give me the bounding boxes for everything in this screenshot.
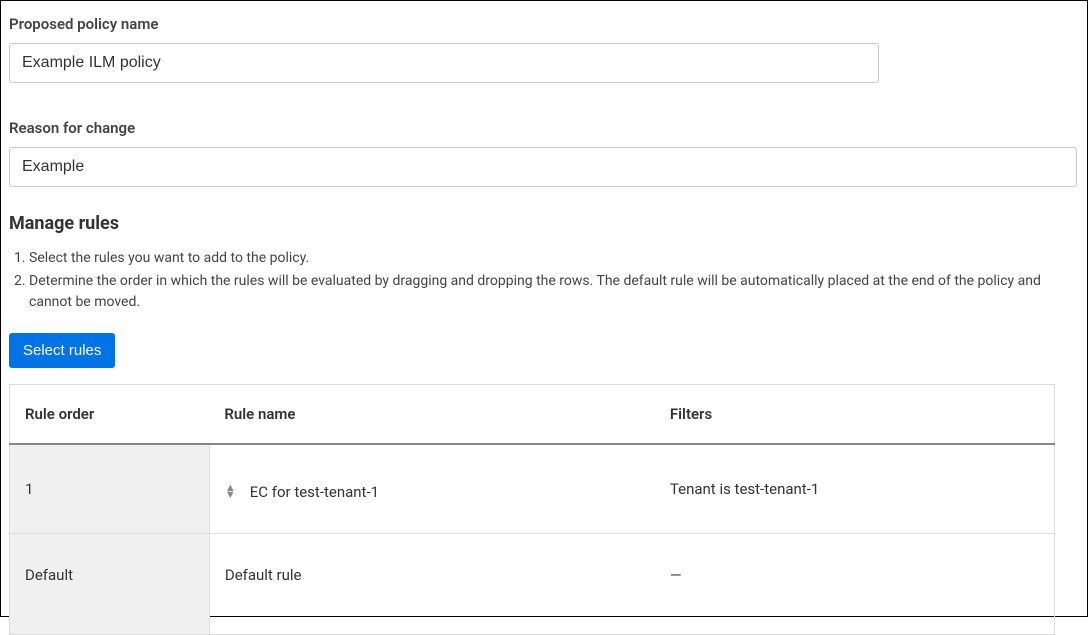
col-rule-name: Rule name (209, 385, 655, 445)
rule-name-cell: Default rule (209, 533, 655, 634)
policy-name-input[interactable] (9, 43, 879, 83)
reason-input[interactable] (9, 147, 1077, 187)
select-rules-button[interactable]: Select rules (9, 333, 115, 368)
manage-rules-heading: Manage rules (9, 213, 1079, 234)
col-rule-order: Rule order (10, 385, 210, 445)
table-row: Default Default rule — (10, 533, 1055, 634)
rule-filters-cell: — (655, 533, 1055, 634)
rule-order-cell: 1 (10, 444, 210, 533)
rule-name-cell: ▲ ▼ EC for test-tenant-1 (209, 444, 655, 533)
table-row[interactable]: 1 ▲ ▼ EC for test-tenant-1 Tenant is tes… (10, 444, 1055, 533)
table-header-row: Rule order Rule name Filters (10, 385, 1055, 445)
rule-name-text: EC for test-tenant-1 (250, 483, 379, 501)
col-filters: Filters (655, 385, 1055, 445)
rules-table: Rule order Rule name Filters 1 ▲ ▼ EC fo… (9, 384, 1055, 635)
rule-order-cell: Default (10, 533, 210, 634)
rule-name-text: Default rule (225, 566, 302, 584)
instruction-2: Determine the order in which the rules w… (29, 271, 1079, 313)
instruction-1: Select the rules you want to add to the … (29, 248, 1079, 269)
rule-filters-cell: Tenant is test-tenant-1 (655, 444, 1055, 533)
policy-name-label: Proposed policy name (9, 15, 1079, 33)
drag-handle-icon[interactable]: ▲ ▼ (225, 485, 236, 498)
instructions-list: Select the rules you want to add to the … (29, 248, 1079, 313)
reason-label: Reason for change (9, 119, 1079, 137)
